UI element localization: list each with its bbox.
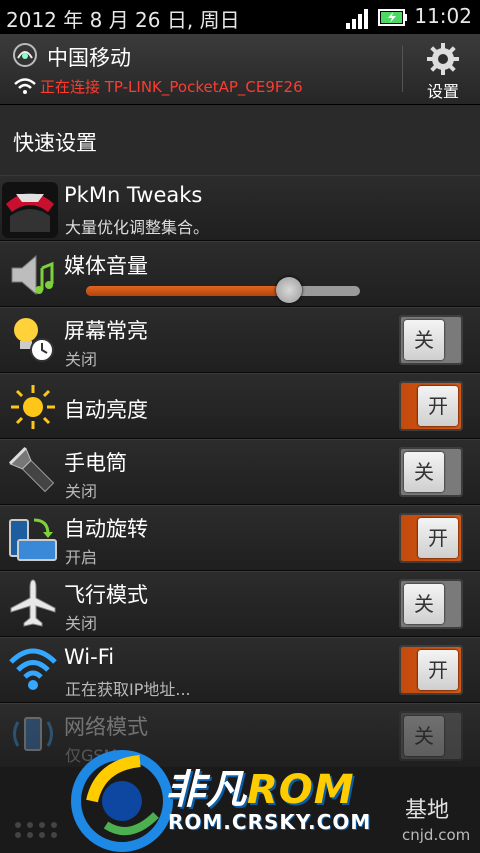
status-bar: 2012 年 8 月 26 日, 周日 11:02 [0, 0, 480, 34]
slider-thumb[interactable] [276, 277, 302, 303]
item-title: 屏幕常亮 [64, 319, 148, 343]
slider-fill [86, 286, 289, 296]
notification-header: 中国移动 正在连接 TP-LINK_PocketAP_CE9F26 设置 [0, 34, 480, 105]
item-title: PkMn Tweaks [64, 183, 203, 207]
item-subtitle: 关闭 [65, 350, 98, 369]
item-subtitle: 大量优化调整集合。 [65, 218, 210, 237]
status-date: 2012 年 8 月 26 日, 周日 [6, 8, 240, 32]
watermark-extra: 基地 [405, 798, 450, 823]
speaker-music-icon [11, 254, 54, 296]
network-mode-icon [13, 717, 53, 751]
gear-icon [427, 43, 459, 75]
carrier-name: 中国移动 [47, 46, 131, 70]
connection-status: 正在连接 TP-LINK_PocketAP_CE9F26 [40, 78, 303, 96]
settings-button[interactable]: 设置 [410, 42, 476, 101]
wifi-toggle[interactable]: 开 [399, 645, 463, 695]
signal-icon [346, 9, 368, 29]
toggle-knob: 开 [418, 518, 458, 558]
auto-rotate-toggle[interactable]: 开 [399, 513, 463, 563]
item-title: 网络模式 [64, 715, 148, 739]
item-subtitle: 关闭 [65, 614, 98, 633]
bulb-clock-icon [14, 318, 54, 362]
header-divider [402, 46, 403, 92]
item-subtitle: 开启 [65, 548, 98, 567]
flashlight-toggle[interactable]: 关 [399, 447, 463, 497]
screen-on-toggle[interactable]: 关 [399, 315, 463, 365]
watermark-brand-accent: ROM [247, 767, 355, 813]
quick-settings-header: 快速设置 [0, 105, 480, 176]
toggle-knob: 开 [418, 650, 458, 690]
battery-charging-icon [378, 9, 407, 26]
toggle-knob: 开 [418, 386, 458, 426]
sun-icon [11, 385, 55, 429]
toggle-knob: 关 [404, 452, 444, 492]
tweaks-icon [2, 182, 58, 238]
watermark-brand: 非凡ROM [165, 757, 355, 815]
wifi-connecting-icon [14, 78, 36, 94]
drag-handle-icon[interactable] [10, 820, 70, 840]
item-title: 媒体音量 [64, 254, 148, 278]
item-title: 手电筒 [64, 451, 127, 475]
watermark-extra-domain: cnjd.com [402, 826, 471, 844]
item-title: Wi-Fi [64, 645, 115, 669]
toggle-knob: 关 [404, 584, 444, 624]
airplane-icon [10, 579, 56, 627]
list-item-pkmn-tweaks[interactable]: PkMn Tweaks 大量优化调整集合。 [0, 175, 480, 241]
item-title: 飞行模式 [64, 583, 148, 607]
carrier-logo-icon [13, 43, 37, 67]
item-subtitle: 关闭 [65, 482, 98, 501]
list-item-media-volume: 媒体音量 [0, 241, 480, 307]
watermark-url: ROM.CRSKY.COM [168, 810, 372, 834]
auto-brightness-toggle[interactable]: 开 [399, 381, 463, 431]
settings-label: 设置 [426, 82, 459, 101]
item-title: 自动旋转 [64, 517, 148, 541]
toggle-knob: 关 [404, 320, 444, 360]
watermark-brand-main: 非凡 [165, 767, 247, 813]
airplane-mode-toggle[interactable]: 关 [399, 579, 463, 629]
item-subtitle: 正在获取IP地址... [65, 680, 191, 699]
status-time: 11:02 [414, 4, 472, 28]
flashlight-icon [8, 446, 55, 493]
wifi-icon [9, 648, 57, 690]
rotate-icon [9, 518, 57, 561]
item-title: 自动亮度 [64, 398, 148, 422]
volume-slider[interactable] [86, 277, 360, 303]
section-title: 快速设置 [13, 131, 97, 155]
